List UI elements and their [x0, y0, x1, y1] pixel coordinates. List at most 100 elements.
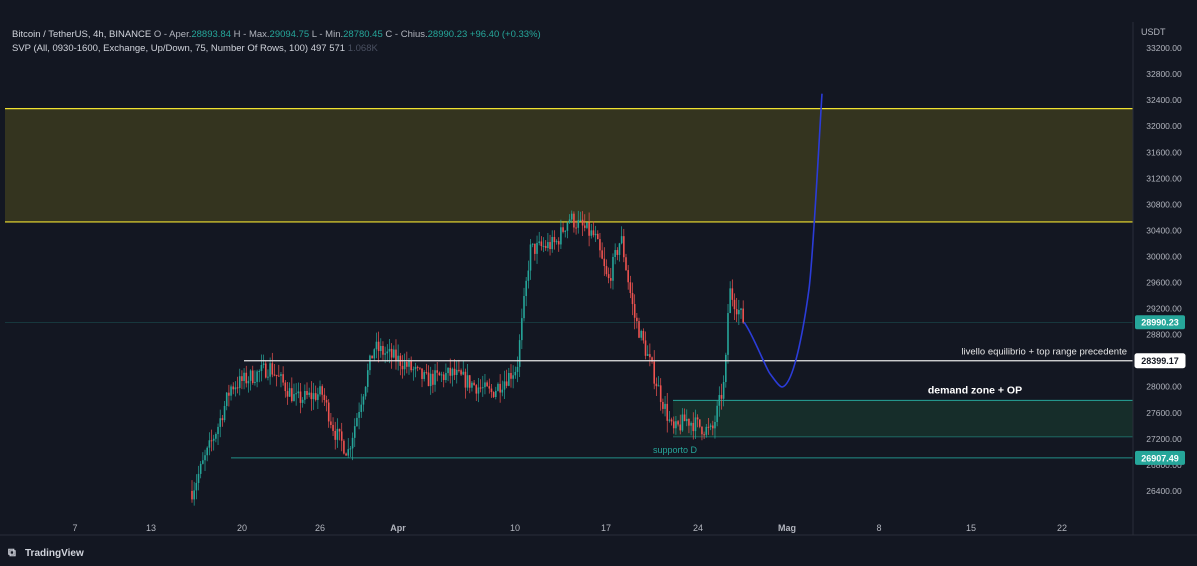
- candle-body: [204, 455, 206, 461]
- footer-brand[interactable]: ⧉ TradingView: [8, 547, 84, 560]
- candle-body: [735, 309, 738, 315]
- candle-body: [236, 387, 239, 389]
- close-value: 28990.23: [427, 29, 468, 40]
- candle-body: [321, 386, 323, 395]
- candle-body: [646, 354, 649, 356]
- candle-body: [353, 426, 356, 438]
- candle-body: [685, 418, 688, 422]
- candle-body: [703, 434, 705, 436]
- candle-body: [495, 390, 497, 398]
- supply-zone: [5, 108, 1133, 222]
- candle-body: [234, 387, 237, 390]
- candle-body: [581, 219, 584, 226]
- candle-body: [423, 372, 425, 379]
- candle-body: [401, 365, 404, 370]
- candle-body: [458, 369, 460, 371]
- candle-body: [633, 304, 636, 318]
- candle-body: [438, 372, 441, 376]
- candle-body: [230, 386, 232, 396]
- x-tick-label: 13: [146, 523, 156, 533]
- candle-body: [471, 382, 473, 388]
- candle-body: [191, 490, 193, 500]
- candle-body: [627, 270, 629, 283]
- brand-label: TradingView: [25, 548, 84, 559]
- candle-body: [666, 403, 669, 421]
- candle-body: [566, 222, 569, 231]
- candle-body: [564, 230, 567, 232]
- price-label-text: 26907.49: [1141, 453, 1179, 463]
- candle-body: [232, 386, 235, 390]
- candle-body: [486, 382, 488, 387]
- candle-body: [505, 381, 508, 386]
- candle-body: [264, 363, 267, 378]
- y-tick-label: 26400.00: [1146, 486, 1182, 496]
- x-tick-label: 8: [876, 523, 881, 533]
- candle-body: [371, 355, 373, 359]
- candle-body: [642, 330, 645, 341]
- x-tick-label: 15: [966, 523, 976, 533]
- candle-body: [620, 236, 623, 244]
- candle-body: [655, 383, 658, 387]
- y-tick-label: 29600.00: [1146, 278, 1182, 288]
- candle-body: [436, 370, 439, 373]
- candle-body: [375, 341, 378, 350]
- candle-body: [529, 244, 532, 271]
- candle-body: [388, 348, 391, 352]
- candle-body: [442, 374, 445, 381]
- demand-zone: [673, 400, 1133, 437]
- candle-body: [275, 374, 278, 376]
- candle-body: [379, 345, 382, 352]
- candle-body: [659, 385, 662, 402]
- candle-body: [462, 371, 465, 375]
- candle-body: [542, 245, 545, 247]
- candle-body: [484, 382, 486, 388]
- x-tick-label: 7: [72, 523, 77, 533]
- candle-body: [225, 392, 228, 406]
- candle-body: [614, 250, 616, 257]
- candle-body: [636, 317, 638, 322]
- open-label: O: [153, 29, 162, 40]
- candle-body: [453, 368, 456, 375]
- candle-body: [616, 250, 619, 255]
- y-tick-label: 30400.00: [1146, 225, 1182, 235]
- candle-body: [317, 394, 319, 400]
- price-label-text: 28990.23: [1141, 318, 1179, 328]
- candle-body: [445, 373, 447, 381]
- candle-body: [288, 388, 291, 397]
- candle-body: [631, 293, 634, 305]
- candle-body: [670, 419, 673, 422]
- candle-body: [536, 242, 538, 254]
- price-chart[interactable]: livello equilibrio + top range precedent…: [0, 0, 1197, 566]
- candle-body: [588, 222, 590, 236]
- candle-body: [653, 361, 656, 384]
- candle-body: [215, 433, 217, 439]
- tradingview-logo-icon: ⧉: [8, 547, 16, 559]
- candle-body: [594, 233, 597, 236]
- candle-body: [694, 417, 697, 432]
- candle-body: [451, 368, 454, 376]
- candle-body: [319, 386, 321, 395]
- candle-body: [262, 363, 265, 365]
- candle-body: [202, 460, 204, 464]
- candle-body: [503, 381, 506, 390]
- candle-body: [304, 390, 306, 400]
- y-tick-label: 32800.00: [1146, 69, 1182, 79]
- candle-body: [677, 421, 679, 425]
- candle-body: [301, 399, 304, 403]
- candle-body: [390, 348, 393, 358]
- candle-body: [238, 376, 241, 388]
- candle-body: [406, 361, 408, 367]
- candle-body: [690, 422, 692, 426]
- y-tick-label: 29200.00: [1146, 304, 1182, 314]
- candle-body: [310, 392, 313, 400]
- candle-body: [312, 393, 315, 400]
- candle-body: [403, 361, 406, 370]
- x-tick-label: 22: [1057, 523, 1067, 533]
- candle-body: [210, 440, 213, 442]
- candle-body: [481, 387, 484, 389]
- candle-body: [325, 400, 328, 403]
- candle-body: [308, 392, 310, 395]
- symbol-title: Bitcoin / TetherUS, 4h, BINANCE: [12, 29, 152, 40]
- candle-body: [490, 388, 493, 393]
- candle-body: [197, 473, 200, 483]
